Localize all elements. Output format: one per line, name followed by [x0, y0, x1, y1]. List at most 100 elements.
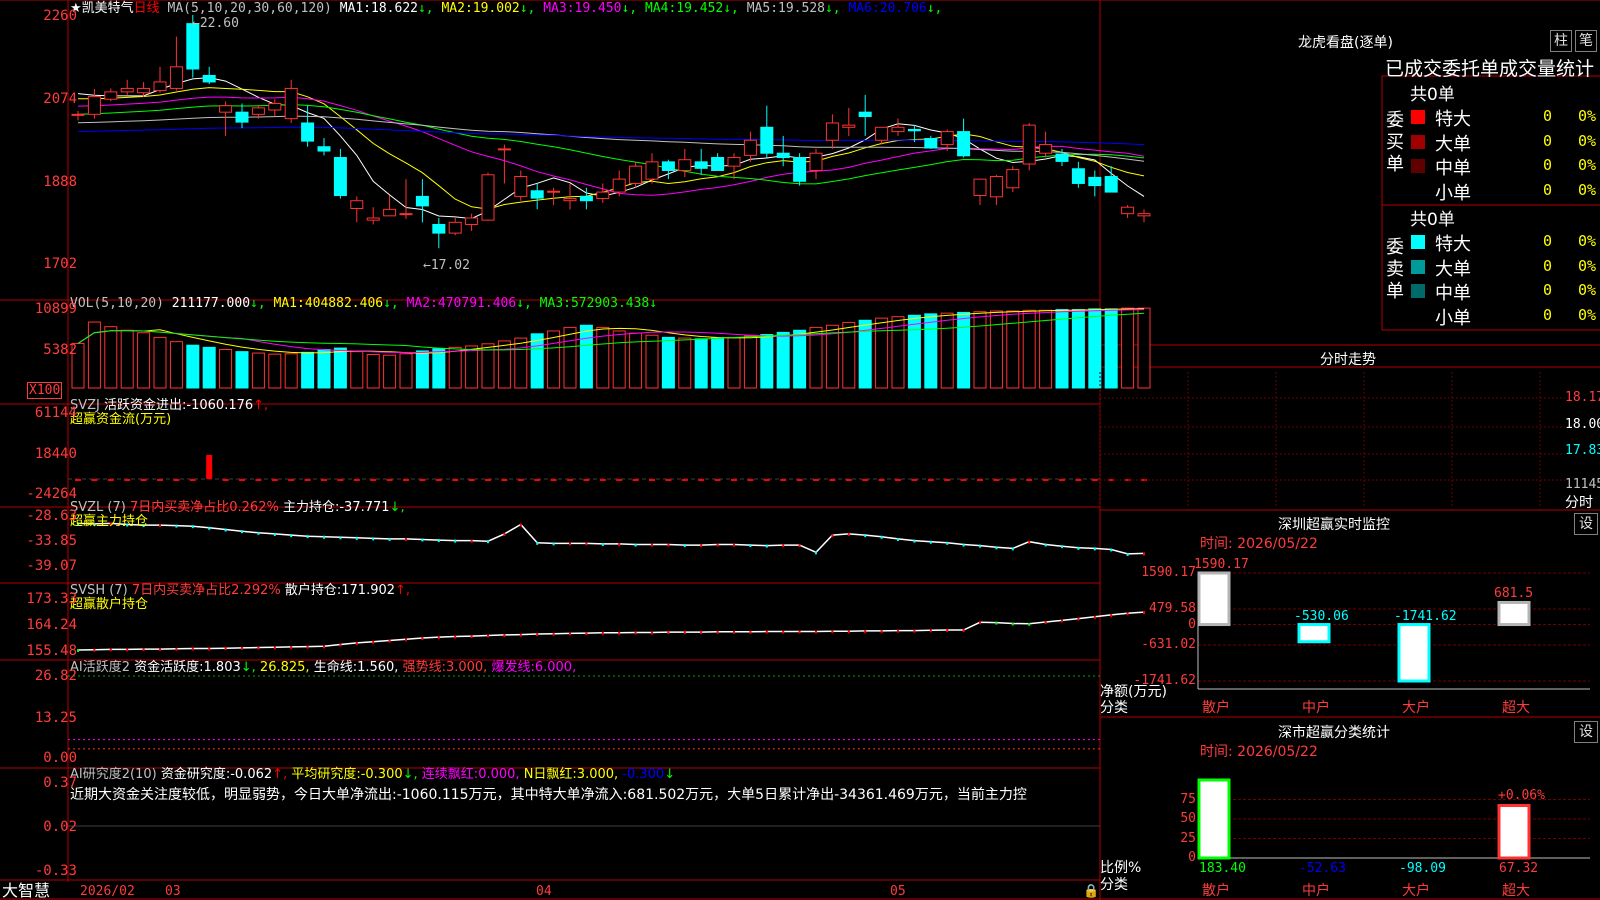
candle [596, 191, 610, 200]
volume-bar [1104, 308, 1118, 389]
volume-bar [907, 314, 921, 389]
ai-active-v2: 26.825, [259, 660, 310, 675]
volume-bar [202, 346, 216, 389]
svzl-dot [536, 541, 539, 545]
svzj-bar [632, 479, 639, 481]
tick-mode-button[interactable]: 笔 [1575, 30, 1597, 52]
classify-category-2: 大户 [1402, 883, 1430, 899]
svzj-bar [927, 479, 934, 481]
candle [268, 103, 282, 111]
lock-icon[interactable]: 🔒 [1083, 884, 1099, 899]
intraday-title: 分时走势 [1320, 352, 1376, 368]
classify-value-3: 67.32 [1499, 861, 1539, 876]
svzl-dot [618, 542, 621, 546]
svzl-dot [552, 542, 555, 546]
svzl-dot [1093, 547, 1096, 551]
volume-bar [366, 353, 380, 389]
sell-total: 共0单 [1410, 210, 1455, 230]
candle [137, 87, 151, 94]
bar-mode-button[interactable]: 柱 [1550, 30, 1572, 52]
candle [989, 176, 1003, 198]
candle [1039, 144, 1053, 154]
volume-bar [776, 331, 790, 389]
candle [169, 66, 183, 89]
svzj-bar [534, 479, 541, 481]
ma-value-3: MA3:19.450 [535, 1, 622, 16]
monitor-axis-label-2: 分类 [1100, 700, 1128, 716]
candle [563, 198, 577, 202]
ai-active-v4: 3.000, [445, 660, 488, 675]
svsh-sub: 超赢散户持仓 [70, 597, 149, 612]
ma-line-1 [77, 77, 1145, 220]
price-tick-0: 2260 [43, 8, 77, 24]
volume-bar [399, 353, 413, 389]
svzl-dot [700, 544, 703, 548]
svzj-bar [1075, 479, 1082, 481]
svzl-line [77, 522, 1145, 555]
monitor-title: 深圳超赢实时监控 [1278, 517, 1390, 533]
svsh-dot [159, 648, 161, 652]
candle [825, 122, 839, 141]
svsh-dot [733, 630, 735, 634]
volume-bar [727, 336, 741, 389]
svzj-bar [862, 479, 869, 481]
svzj-chart[interactable] [68, 455, 1147, 481]
ai-active-chart[interactable] [68, 675, 1100, 750]
ma-value-4: MA4:19.452 [637, 1, 724, 16]
svsh-dot [683, 631, 686, 635]
svsh-tick-1: 164.24 [26, 617, 77, 633]
monitor-bar [1197, 571, 1231, 627]
candle [694, 161, 708, 169]
svsh-dot [601, 631, 604, 635]
classify-settings-button[interactable]: 设 [1574, 721, 1598, 743]
svzj-bar [681, 479, 688, 481]
ai-research-v1: -0.062 [230, 767, 273, 782]
volume-bar [940, 312, 954, 389]
intraday-chart[interactable] [1099, 372, 1565, 508]
svzl-dot [716, 543, 719, 547]
volume-bar [497, 340, 511, 389]
period-label[interactable]: 日线 [134, 1, 160, 16]
candle [957, 131, 971, 157]
price-chart[interactable] [71, 15, 1151, 249]
volume-bar [678, 337, 692, 389]
ai-research-label: AI研究度2(10) [70, 767, 157, 782]
svzj-bar [91, 479, 98, 481]
volume-bar [268, 353, 282, 389]
ma-values: MA1:18.622↓, MA2:19.002↓, MA3:19.450↓, M… [340, 1, 943, 16]
stock-name[interactable]: ★凯美特气 [70, 1, 134, 16]
vol-unit-button[interactable]: X100 [27, 382, 63, 399]
date-label-0: 2026/02 [80, 884, 135, 899]
candle [579, 195, 593, 202]
monitor-value-1: -530.06 [1294, 608, 1349, 624]
svzl-chart[interactable] [77, 522, 1145, 556]
buy-swatch-1 [1411, 134, 1425, 149]
svzl-label2: 7日内买卖净占比0.262% [129, 500, 279, 515]
monitor-tick-2: 0 [1188, 616, 1196, 632]
svsh-label3: 散户持仓: [284, 583, 342, 598]
svzj-bar [698, 479, 705, 481]
svsh-dot [913, 629, 916, 633]
price-header: ★凯美特气日线 MA(5,10,20,30,60,120) MA1:18.622… [70, 1, 942, 16]
volume-bar [1088, 308, 1102, 389]
svzl-dot [733, 543, 735, 547]
svzl-dot [847, 532, 850, 536]
buy-pct-3: 0% [1578, 180, 1597, 199]
svsh-dot [929, 629, 932, 633]
ai-active-tick-2: 0.00 [43, 750, 77, 766]
candle [678, 159, 692, 171]
volume-chart[interactable] [71, 307, 1151, 389]
ai-active-label5: 爆发线: [491, 660, 535, 675]
dragon-title: 龙虎看盘(逐单) [1298, 35, 1393, 51]
volume-bar [514, 337, 528, 389]
svzj-bar [599, 479, 606, 481]
ai-research-v3: 0.000, [478, 767, 520, 782]
ai-active-header: AI活跃度2 资金活跃度:1.803↓, 26.825, 生命线:1.560, … [70, 660, 577, 675]
candle [1121, 206, 1135, 215]
monitor-settings-button[interactable]: 设 [1574, 513, 1598, 535]
svzl-dot [1061, 545, 1063, 549]
classify-tick-1: 50 [1180, 811, 1196, 826]
svsh-value: 171.902 [341, 583, 396, 598]
svsh-chart[interactable] [77, 611, 1145, 653]
candle [415, 195, 429, 207]
